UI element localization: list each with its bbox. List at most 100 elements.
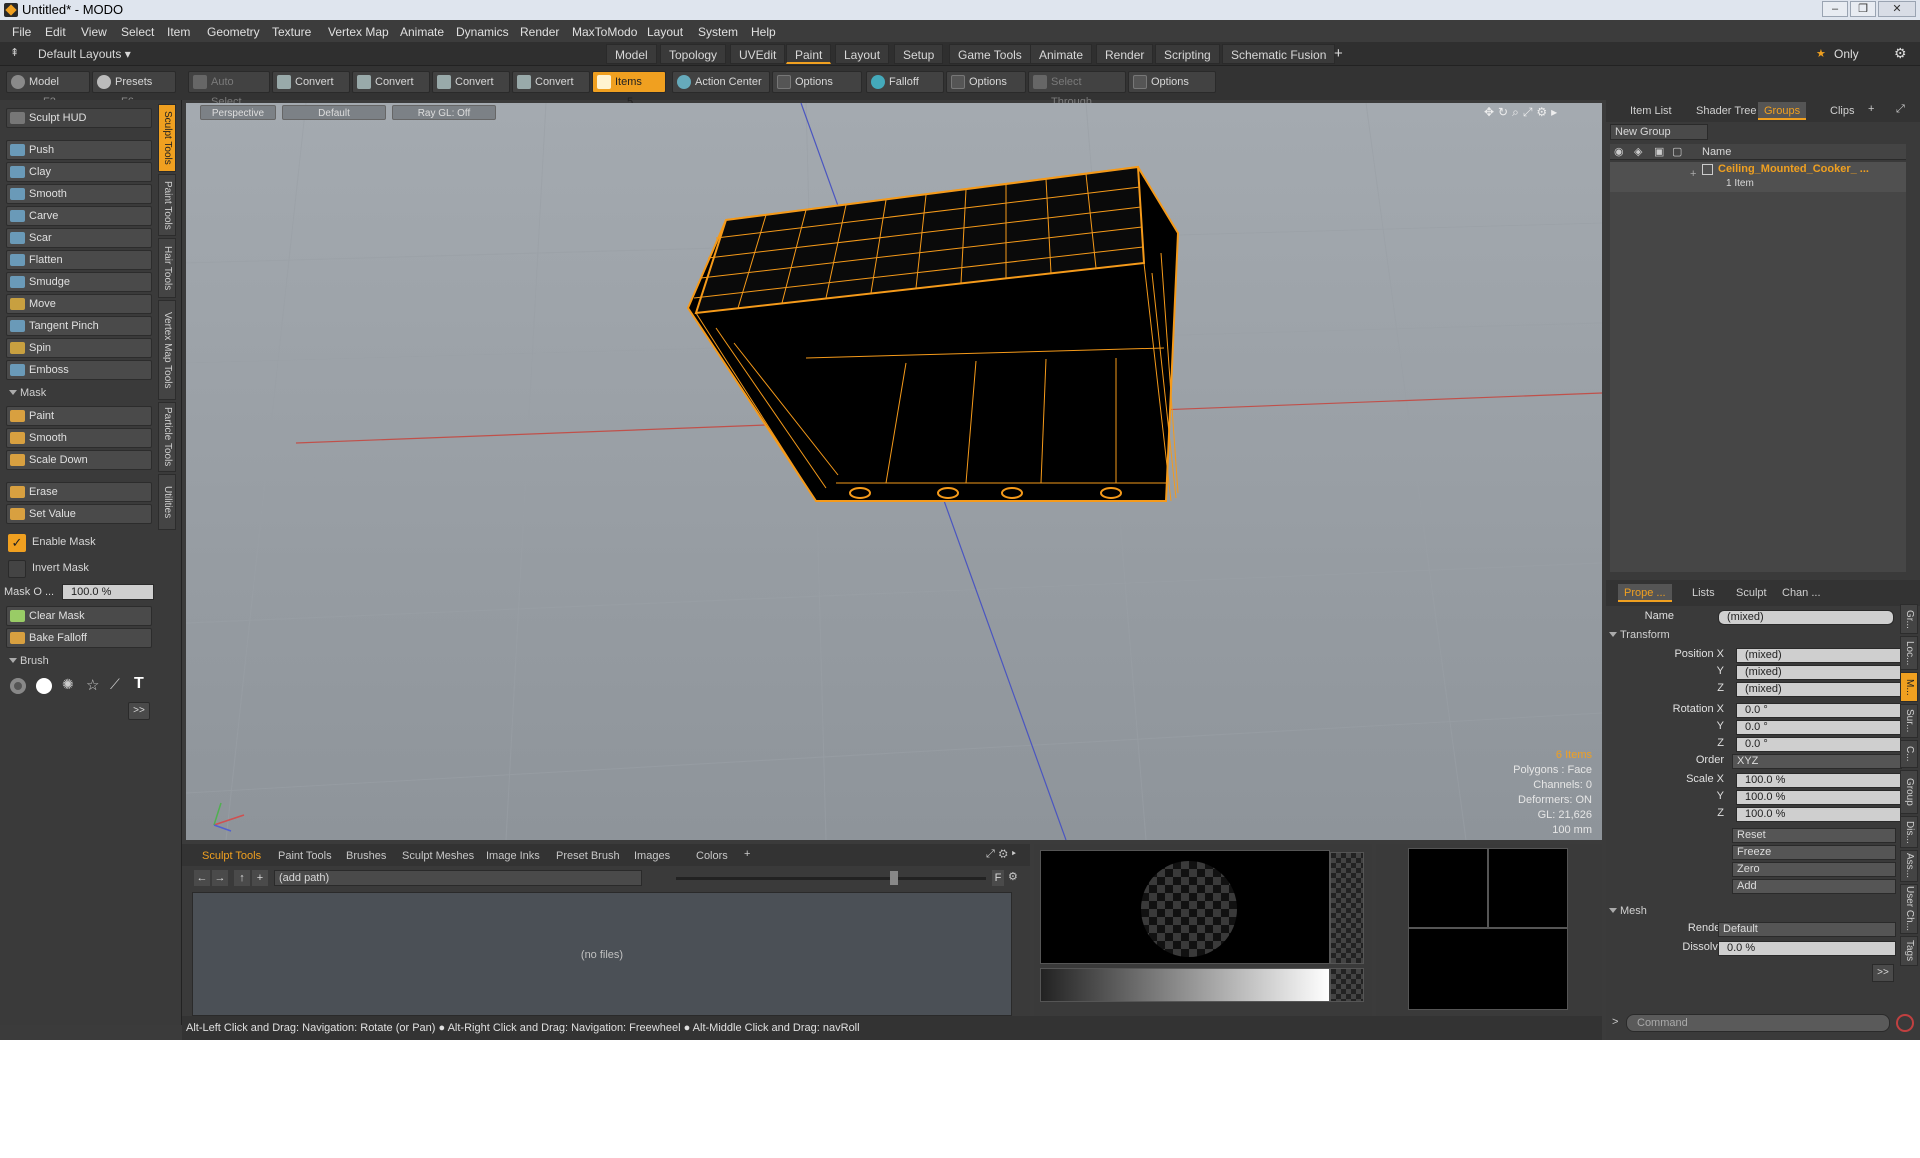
reset-dropdown[interactable]: Reset xyxy=(1732,828,1896,843)
side-tab-2[interactable]: Loc... xyxy=(1900,636,1918,670)
forward-arrow-icon[interactable]: → xyxy=(212,870,228,886)
scale-z-input[interactable]: 100.0 % xyxy=(1736,807,1901,822)
sculpt-hud-button[interactable]: Sculpt HUD xyxy=(6,108,152,128)
tab-paint[interactable]: Paint xyxy=(786,44,832,64)
mask-paint-button[interactable]: Paint xyxy=(6,406,152,426)
soft-brush-icon[interactable] xyxy=(10,678,26,694)
tool-smooth[interactable]: Smooth xyxy=(6,184,152,204)
menu-dynamics[interactable]: Dynamics xyxy=(456,25,509,39)
gear-icon[interactable]: ⚙ xyxy=(1894,45,1907,62)
browser-gear-icon[interactable]: ⚙ xyxy=(1008,870,1018,883)
tool-move[interactable]: Move xyxy=(6,294,152,314)
menu-item[interactable]: Item xyxy=(167,25,190,39)
tool-carve[interactable]: Carve xyxy=(6,206,152,226)
group-row[interactable]: + Ceiling_Mounted_Cooker_ ... 1 Item xyxy=(1610,162,1906,192)
items-mode-button[interactable]: Items 5 xyxy=(592,71,666,108)
add-panel-tab-icon[interactable]: + xyxy=(1868,103,1874,115)
tool-tangent-pinch[interactable]: Tangent Pinch xyxy=(6,316,152,336)
brush-section-header[interactable]: Brush xyxy=(6,652,152,670)
tool-scar[interactable]: Scar xyxy=(6,228,152,248)
tab-lists[interactable]: Lists xyxy=(1686,584,1721,602)
set-value-button[interactable]: Set Value xyxy=(6,504,152,524)
menu-file[interactable]: File xyxy=(12,25,31,39)
position-z-input[interactable]: (mixed) xyxy=(1736,682,1901,697)
close-button[interactable]: ✕ xyxy=(1878,1,1916,17)
tool-emboss[interactable]: Emboss xyxy=(6,360,152,380)
bake-falloff-button[interactable]: Bake Falloff xyxy=(6,628,152,648)
falloff-button[interactable]: Falloff xyxy=(866,71,944,93)
rotation-y-input[interactable]: 0.0 ° xyxy=(1736,720,1901,735)
tab-topology[interactable]: Topology xyxy=(660,44,727,64)
thumbnail-size-slider[interactable] xyxy=(676,877,986,880)
add-path-icon[interactable]: + xyxy=(252,870,268,886)
menu-select[interactable]: Select xyxy=(121,25,154,39)
command-input[interactable]: Command xyxy=(1626,1014,1890,1032)
convert-materials-button[interactable]: Convert xyxy=(512,71,590,93)
add-tab-button[interactable]: + xyxy=(1334,45,1343,62)
tab-image-inks[interactable]: Image Inks xyxy=(480,847,546,865)
order-dropdown[interactable]: XYZ xyxy=(1732,754,1902,769)
menu-layout[interactable]: Layout xyxy=(647,25,683,39)
position-y-input[interactable]: (mixed) xyxy=(1736,665,1901,680)
side-tab-4[interactable]: Sur... xyxy=(1900,704,1918,738)
menu-help[interactable]: Help xyxy=(751,25,776,39)
model-mode-button[interactable]: Model F2 xyxy=(6,71,90,108)
vtab-utilities[interactable]: Utilities xyxy=(158,474,176,530)
color-swatch-3[interactable] xyxy=(1408,928,1568,1010)
dissolve-input[interactable]: 0.0 % xyxy=(1718,941,1896,956)
vtab-hair-tools[interactable]: Hair Tools xyxy=(158,238,176,298)
thumbnail-size-handle[interactable] xyxy=(890,871,898,885)
splat-brush-icon[interactable]: ✺ xyxy=(62,676,74,693)
mask-opacity-input[interactable]: 100.0 % xyxy=(62,584,154,600)
tab-layout[interactable]: Layout xyxy=(835,44,890,64)
zero-dropdown[interactable]: Zero xyxy=(1732,862,1896,877)
tab-model[interactable]: Model xyxy=(606,44,657,64)
expand-group-icon[interactable]: + xyxy=(1690,168,1696,180)
color-swatch-1[interactable] xyxy=(1408,848,1488,928)
brush-strength-strip[interactable] xyxy=(1330,852,1364,964)
tab-preset-brush[interactable]: Preset Brush xyxy=(550,847,626,865)
filter-button[interactable]: F xyxy=(992,870,1004,886)
menu-geometry[interactable]: Geometry xyxy=(207,25,260,39)
new-group-button[interactable]: New Group xyxy=(1610,124,1708,140)
tab-images[interactable]: Images xyxy=(628,847,676,865)
name-field[interactable]: (mixed) xyxy=(1718,610,1894,625)
viewport-shading-dropdown[interactable]: Default xyxy=(282,105,386,120)
invert-mask-checkbox[interactable] xyxy=(8,560,26,578)
clear-mask-button[interactable]: Clear Mask xyxy=(6,606,152,626)
tab-channels[interactable]: Chan ... xyxy=(1776,584,1827,602)
add-bottom-tab-icon[interactable]: + xyxy=(744,848,750,860)
erase-button[interactable]: Erase xyxy=(6,482,152,502)
back-arrow-icon[interactable]: ← xyxy=(194,870,210,886)
minimize-button[interactable]: – xyxy=(1822,1,1848,17)
brush-gradient-strip[interactable] xyxy=(1040,968,1330,1002)
tool-spin[interactable]: Spin xyxy=(6,338,152,358)
tab-properties[interactable]: Prope ... xyxy=(1618,584,1672,602)
ceiling-cooker-mesh[interactable] xyxy=(686,165,1180,502)
tab-sculpt-tools-bottom[interactable]: Sculpt Tools xyxy=(196,847,267,865)
tab-groups[interactable]: Groups xyxy=(1758,102,1807,120)
viewport-nav-icons[interactable]: ✥↻⌕⤢⚙▸ xyxy=(1484,105,1561,120)
side-tab-8[interactable]: Ass... xyxy=(1900,850,1918,882)
side-tab-1[interactable]: Gr... xyxy=(1900,604,1918,634)
hard-brush-icon[interactable] xyxy=(36,678,52,694)
mesh-section-header[interactable]: Mesh xyxy=(1606,902,1786,920)
tool-flatten[interactable]: Flatten xyxy=(6,250,152,270)
record-icon[interactable] xyxy=(1896,1014,1914,1032)
tab-colors[interactable]: Colors xyxy=(690,847,734,865)
default-layouts-dropdown[interactable]: Default Layouts ▾ xyxy=(38,47,131,61)
menu-system[interactable]: System xyxy=(698,25,738,39)
position-x-input[interactable]: (mixed) xyxy=(1736,648,1901,663)
rotation-x-input[interactable]: 0.0 ° xyxy=(1736,703,1901,718)
maximize-button[interactable]: ❐ xyxy=(1850,1,1876,17)
add-dropdown[interactable]: Add xyxy=(1732,879,1896,894)
tab-game-tools[interactable]: Game Tools xyxy=(949,44,1031,64)
tab-sculpt-meshes[interactable]: Sculpt Meshes xyxy=(396,847,480,865)
side-tab-6[interactable]: Group xyxy=(1900,770,1918,814)
convert-edges-button[interactable]: Convert xyxy=(352,71,430,93)
raygl-dropdown[interactable]: Ray GL: Off xyxy=(392,105,496,120)
auto-select-button[interactable]: Auto Select xyxy=(188,71,270,108)
bottom-panel-icons[interactable]: ⤢⚙▸ xyxy=(986,848,1020,861)
layout-toggle-icon[interactable]: ⇞ xyxy=(10,46,19,59)
menu-view[interactable]: View xyxy=(81,25,107,39)
